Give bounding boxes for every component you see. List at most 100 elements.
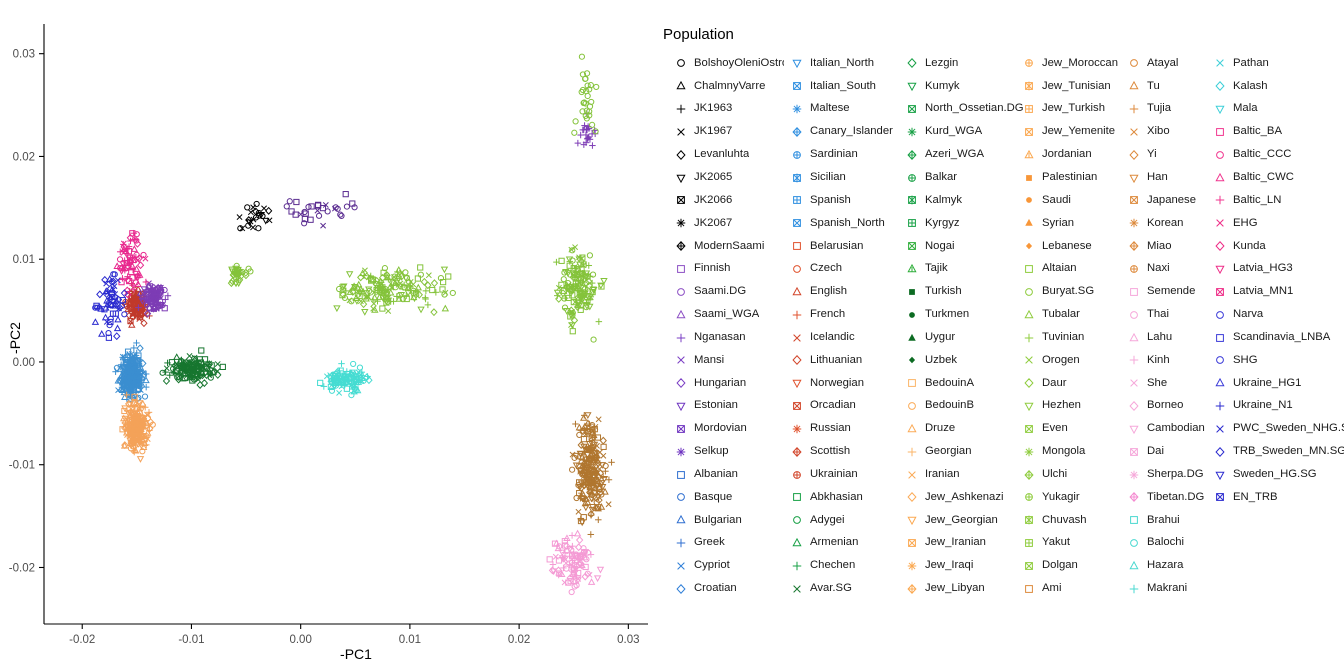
legend-item[interactable]: Baltic_CCC [1207,143,1327,166]
legend-item[interactable]: Ami [1016,577,1121,600]
legend-item[interactable]: Sicilian [784,166,899,189]
legend-item[interactable]: Balkar [899,166,1016,189]
legend-item[interactable]: Ulchi [1016,463,1121,486]
legend-item[interactable]: Croatian [668,577,784,600]
legend-item[interactable]: Lithuanian [784,349,899,372]
legend-item[interactable]: Pathan [1207,52,1327,75]
legend-item[interactable]: Sweden_HG.SG [1207,463,1327,486]
legend-item[interactable]: Borneo [1121,395,1207,418]
legend-item[interactable]: Narva [1207,303,1327,326]
legend-item[interactable]: Jew_Iraqi [899,555,1016,578]
legend-item[interactable]: Kalash [1207,75,1327,98]
legend-item[interactable]: Iranian [899,463,1016,486]
legend-item[interactable]: Georgian [899,440,1016,463]
legend-item[interactable]: Baltic_CWC [1207,166,1327,189]
legend-item[interactable]: Russian [784,418,899,441]
legend-item[interactable]: Bulgarian [668,509,784,532]
legend-item[interactable]: Atayal [1121,52,1207,75]
legend-item[interactable]: English [784,280,899,303]
legend-item[interactable]: Jew_Yemenite [1016,121,1121,144]
legend-item[interactable]: Italian_South [784,75,899,98]
legend-item[interactable]: ModernSaami [668,235,784,258]
legend-item[interactable]: Jew_Moroccan [1016,52,1121,75]
legend-item[interactable]: Belarusian [784,235,899,258]
legend-item[interactable]: Dolgan [1016,555,1121,578]
legend-item[interactable]: Yakut [1016,532,1121,555]
legend-item[interactable]: Mordovian [668,418,784,441]
legend-item[interactable]: Sardinian [784,143,899,166]
legend-item[interactable]: Scottish [784,440,899,463]
legend-item[interactable]: Turkmen [899,303,1016,326]
legend-item[interactable]: Kalmyk [899,189,1016,212]
legend-item[interactable]: Korean [1121,212,1207,235]
legend-item[interactable]: Jew_Georgian [899,509,1016,532]
legend-item[interactable]: Kurd_WGA [899,121,1016,144]
legend-item[interactable]: Buryat.SG [1016,280,1121,303]
legend-item[interactable]: Altaian [1016,258,1121,281]
legend-item[interactable]: JK1967 [668,121,784,144]
legend-item[interactable]: Baltic_BA [1207,121,1327,144]
legend-item[interactable]: French [784,303,899,326]
legend-item[interactable]: Italian_North [784,52,899,75]
legend-item[interactable]: Chechen [784,555,899,578]
legend-item[interactable]: Cypriot [668,555,784,578]
legend-item[interactable]: Even [1016,418,1121,441]
legend-item[interactable]: TRB_Sweden_MN.SG [1207,440,1344,463]
legend-item[interactable]: North_Ossetian.DG [899,98,1024,121]
legend-item[interactable]: Brahui [1121,509,1207,532]
legend-item[interactable]: BedouinB [899,395,1016,418]
legend-item[interactable]: Palestinian [1016,166,1121,189]
legend-item[interactable]: Mongola [1016,440,1121,463]
legend-item[interactable]: Semende [1121,280,1207,303]
legend-item[interactable]: Saami.DG [668,280,784,303]
legend-item[interactable]: Hezhen [1016,395,1121,418]
legend-item[interactable]: Latvia_MN1 [1207,280,1327,303]
legend-item[interactable]: Kyrgyz [899,212,1016,235]
legend-item[interactable]: Jew_Iranian [899,532,1016,555]
legend-item[interactable]: Miao [1121,235,1207,258]
legend-item[interactable]: Orcadian [784,395,899,418]
legend-item[interactable]: Sherpa.DG [1121,463,1207,486]
legend-item[interactable]: Orogen [1016,349,1121,372]
legend-item[interactable]: ChalmnyVarre [668,75,784,98]
legend-item[interactable]: SHG [1207,349,1327,372]
legend-item[interactable]: Abkhasian [784,486,899,509]
legend-item[interactable]: Ukrainian [784,463,899,486]
legend-item[interactable]: Makrani [1121,577,1207,600]
legend-item[interactable]: Uzbek [899,349,1016,372]
legend-item[interactable]: JK2066 [668,189,784,212]
legend-item[interactable]: Jew_Ashkenazi [899,486,1016,509]
legend-item[interactable]: Yukagir [1016,486,1121,509]
legend-item[interactable]: Uygur [899,326,1016,349]
legend-item[interactable]: Nganasan [668,326,784,349]
legend-item[interactable]: Cambodian [1121,418,1207,441]
legend-item[interactable]: Chuvash [1016,509,1121,532]
legend-item[interactable]: Nogai [899,235,1016,258]
legend-item[interactable]: Xibo [1121,121,1207,144]
legend-item[interactable]: Jordanian [1016,143,1121,166]
legend-item[interactable]: Tu [1121,75,1207,98]
legend-item[interactable]: Ukraine_N1 [1207,395,1327,418]
legend-item[interactable]: Syrian [1016,212,1121,235]
legend-item[interactable]: Druze [899,418,1016,441]
legend-item[interactable]: Greek [668,532,784,555]
legend-item[interactable]: Lahu [1121,326,1207,349]
legend-item[interactable]: Naxi [1121,258,1207,281]
legend-item[interactable]: She [1121,372,1207,395]
legend-item[interactable]: Basque [668,486,784,509]
legend-item[interactable]: Albanian [668,463,784,486]
legend-item[interactable]: Saami_WGA [668,303,784,326]
legend-item[interactable]: Tibetan.DG [1121,486,1207,509]
legend-item[interactable]: JK2067 [668,212,784,235]
legend-item[interactable]: Czech [784,258,899,281]
legend-item[interactable]: Kumyk [899,75,1016,98]
legend-item[interactable]: Turkish [899,280,1016,303]
legend-item[interactable]: EHG [1207,212,1327,235]
legend-item[interactable]: Balochi [1121,532,1207,555]
legend-item[interactable]: Spanish_North [784,212,899,235]
legend-item[interactable]: Han [1121,166,1207,189]
legend-item[interactable]: Adygei [784,509,899,532]
legend-item[interactable]: Daur [1016,372,1121,395]
legend-item[interactable]: Lezgin [899,52,1016,75]
legend-item[interactable]: Yi [1121,143,1207,166]
